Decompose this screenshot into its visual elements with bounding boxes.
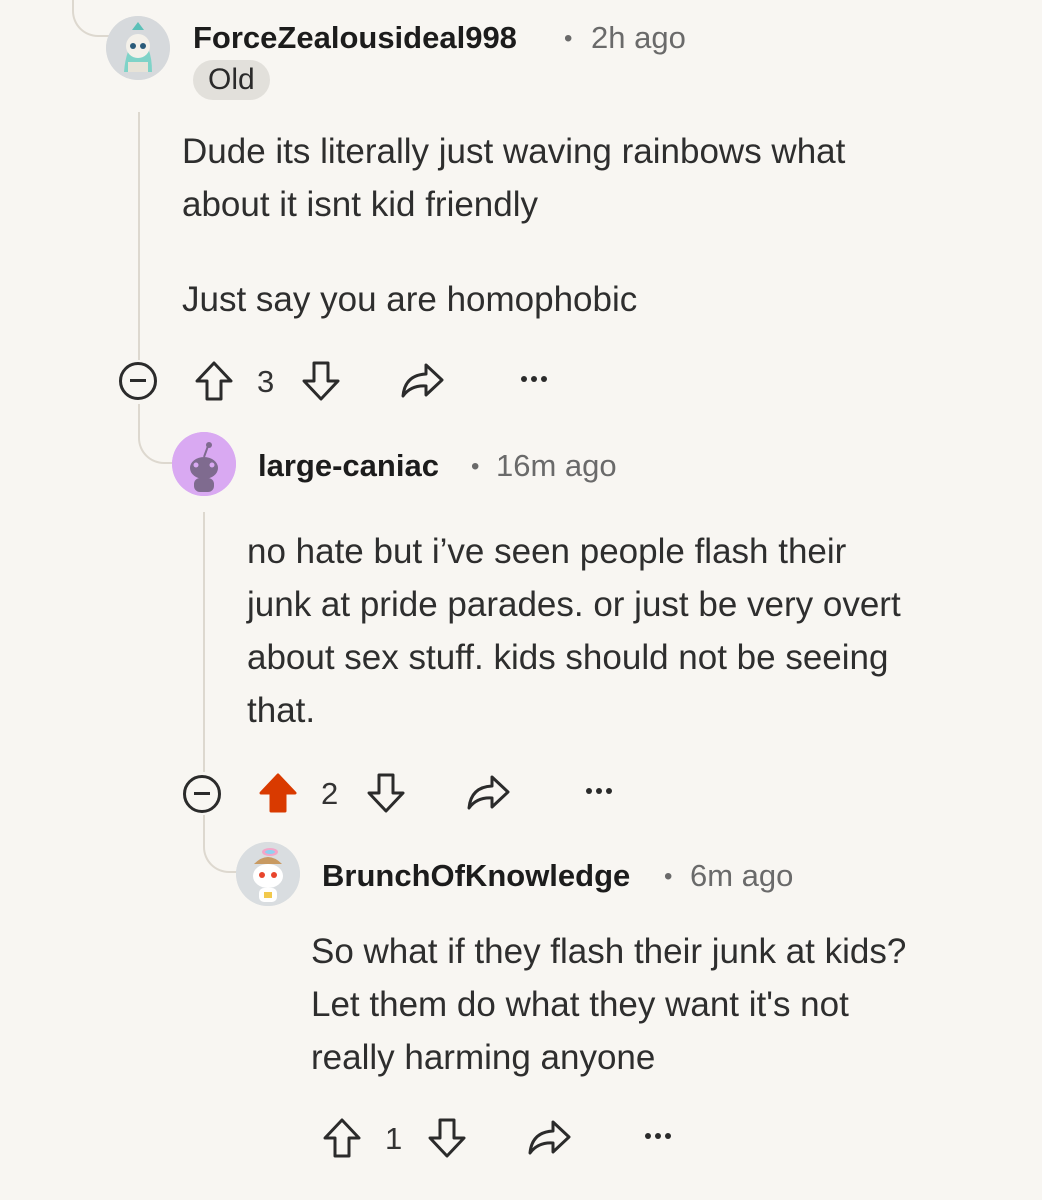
thread-connector [138, 404, 176, 464]
avatar[interactable] [172, 432, 236, 496]
vote-score: 3 [257, 364, 275, 399]
meta-separator: • [564, 25, 573, 52]
upvote-arrow-icon[interactable] [194, 360, 234, 402]
comment-text-line: about sex stuff. kids should not be seei… [247, 638, 889, 677]
meta-separator: • [471, 453, 480, 480]
share-icon[interactable] [399, 362, 445, 400]
comment-timestamp: 6m ago [690, 858, 794, 893]
more-options-icon[interactable] [584, 786, 614, 796]
user-flair: Old [193, 60, 270, 100]
downvote-arrow-icon[interactable] [427, 1117, 467, 1159]
downvote-arrow-icon[interactable] [366, 772, 406, 814]
downvote-arrow-icon[interactable] [301, 360, 341, 402]
comment-text-line: junk at pride parades. or just be very o… [247, 585, 901, 624]
more-options-icon[interactable] [519, 374, 549, 384]
comment-username[interactable]: BrunchOfKnowledge [322, 858, 630, 894]
comment-timestamp: 16m ago [496, 448, 617, 483]
comment-text-line: really harming anyone [311, 1038, 656, 1077]
thread-line [138, 112, 140, 360]
comment-text-line: Just say you are homophobic [182, 280, 638, 319]
comment-text-line: that. [247, 691, 316, 730]
vote-score: 2 [321, 776, 339, 811]
avatar[interactable] [106, 16, 170, 80]
collapse-thread-icon[interactable] [183, 775, 221, 813]
comment-timestamp: 2h ago [591, 20, 686, 55]
comment-text-line: Let them do what they want it's not [311, 985, 849, 1024]
avatar[interactable] [236, 842, 300, 906]
more-options-icon[interactable] [643, 1131, 673, 1141]
upvote-arrow-icon[interactable] [258, 772, 298, 814]
comment-text-line: about it isnt kid friendly [182, 185, 539, 224]
share-icon[interactable] [526, 1119, 572, 1157]
meta-separator: • [664, 863, 673, 890]
thread-connector [203, 815, 241, 873]
share-icon[interactable] [465, 774, 511, 812]
comment-text-line: Dude its literally just waving rainbows … [182, 132, 846, 171]
comment-username[interactable]: large-caniac [258, 448, 439, 484]
upvote-arrow-icon[interactable] [322, 1117, 362, 1159]
comment-username[interactable]: ForceZealousideal998 [193, 20, 517, 56]
comment-text-line: So what if they flash their junk at kids… [311, 932, 907, 971]
vote-score: 1 [385, 1121, 403, 1156]
collapse-thread-icon[interactable] [119, 362, 157, 400]
thread-line [203, 512, 205, 772]
comment-text-line: no hate but i’ve seen people flash their [247, 532, 847, 571]
